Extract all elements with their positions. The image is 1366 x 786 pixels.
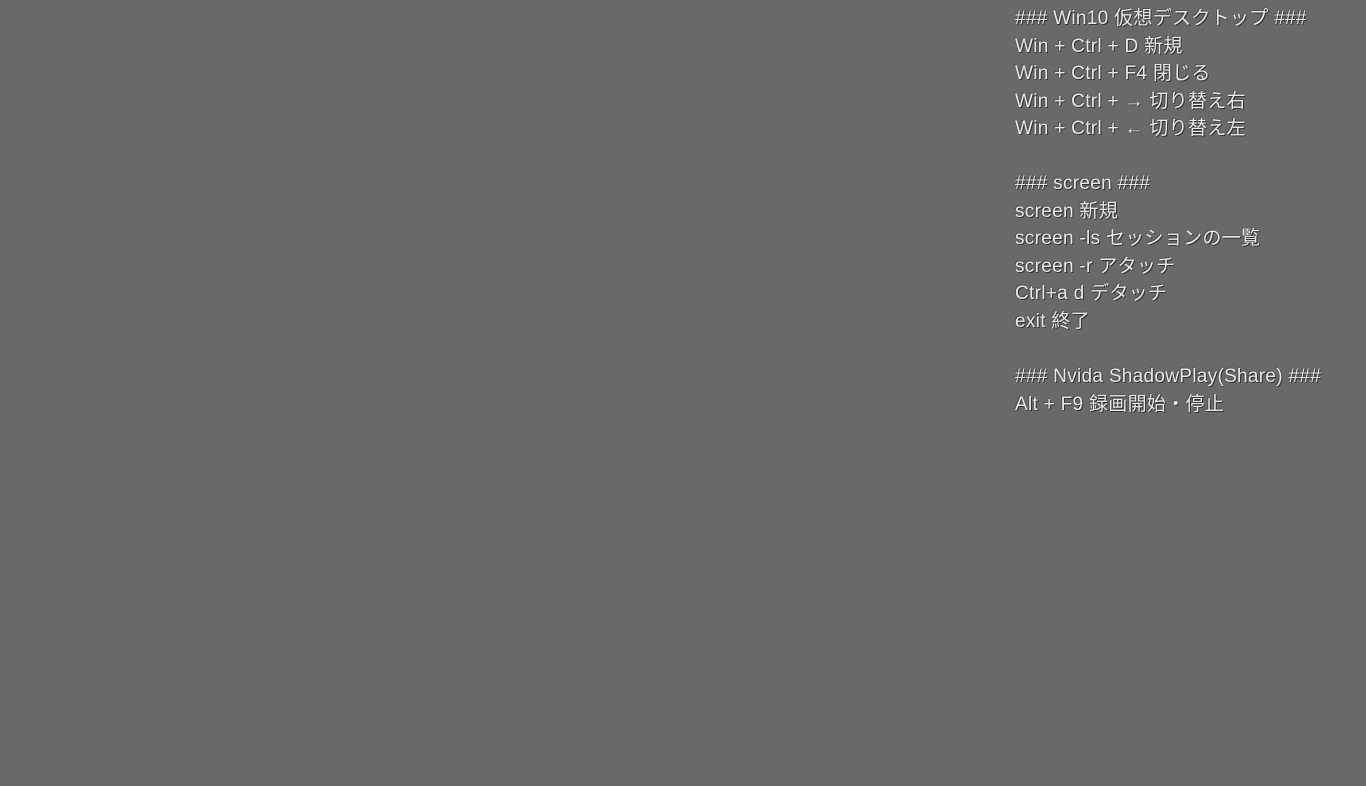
cheatsheet-overlay: ### Win10 仮想デスクトップ ### Win + Ctrl + D 新規… — [1015, 5, 1321, 418]
